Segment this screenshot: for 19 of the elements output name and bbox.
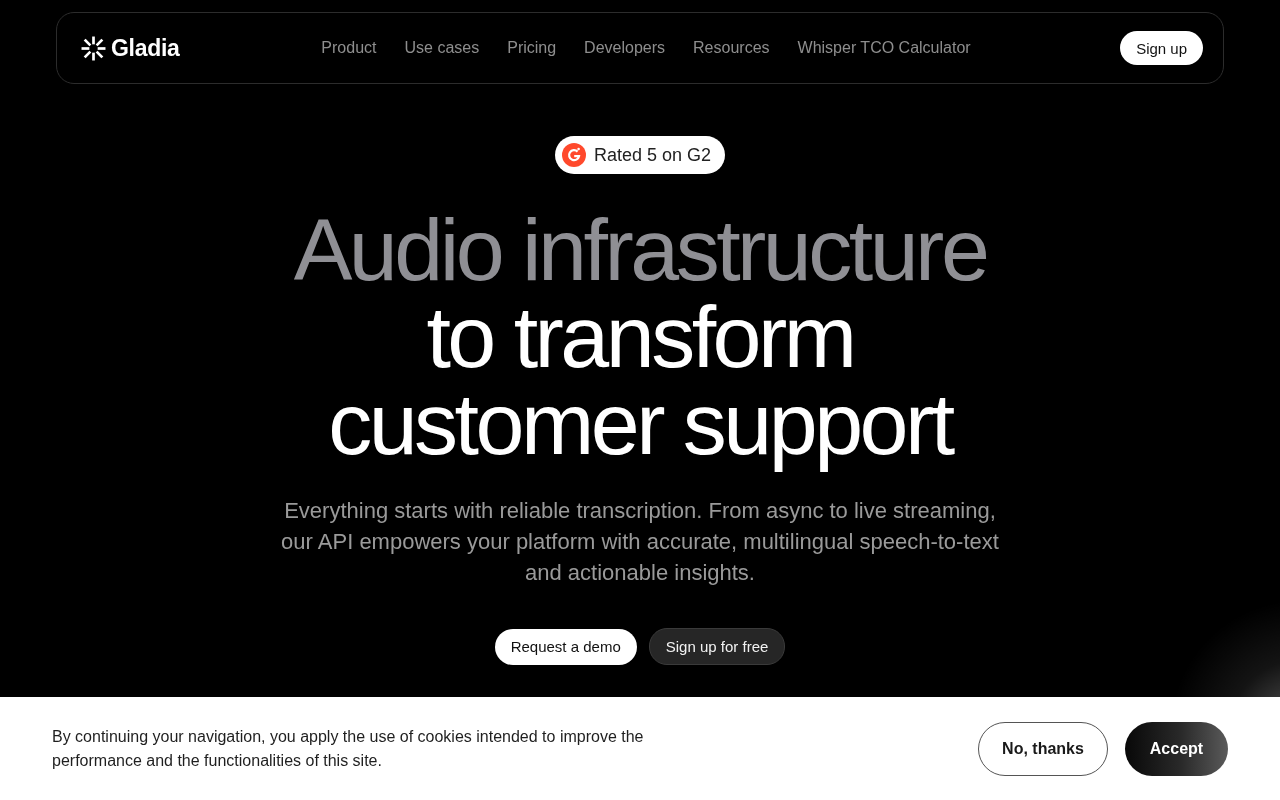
- nav-link[interactable]: Product: [321, 39, 377, 57]
- decline-button[interactable]: No, thanks: [978, 721, 1108, 776]
- nav-link[interactable]: Whisper TCO Calculator: [797, 39, 971, 57]
- nav-link[interactable]: Pricing: [507, 39, 557, 57]
- starburst-logo-icon: [81, 35, 106, 61]
- logo-text[interactable]: Gladia: [111, 34, 180, 62]
- nav-link[interactable]: Resources: [693, 39, 770, 57]
- sign-up-button[interactable]: Sign up: [1120, 31, 1203, 65]
- hero-heading: Audio infrastructure to transform customer support: [292, 202, 988, 475]
- nav-link[interactable]: Use cases: [404, 39, 480, 57]
- rating-logo-icon: [561, 143, 586, 167]
- rating-badge[interactable]: Rated 5 on G2: [554, 136, 726, 174]
- accept-button[interactable]: Accept: [1125, 721, 1228, 776]
- request-demo-button[interactable]: Request a demo: [494, 628, 637, 665]
- badge-text: Rated 5 on G2: [593, 144, 712, 166]
- hero-description: Everything starts with reliable transcription. From async to live streaming, our API empowers your platform with accurate, multilingual speech-to-text and actionable insights.: [280, 497, 1000, 587]
- nav-link[interactable]: Developers: [584, 39, 666, 57]
- cookie-notice-text: By continuing your navigation, you apply the use of cookies intended to improve the performance and the functionalities of this site.: [52, 726, 645, 771]
- sign-up-free-button[interactable]: Sign up for free: [648, 628, 786, 665]
